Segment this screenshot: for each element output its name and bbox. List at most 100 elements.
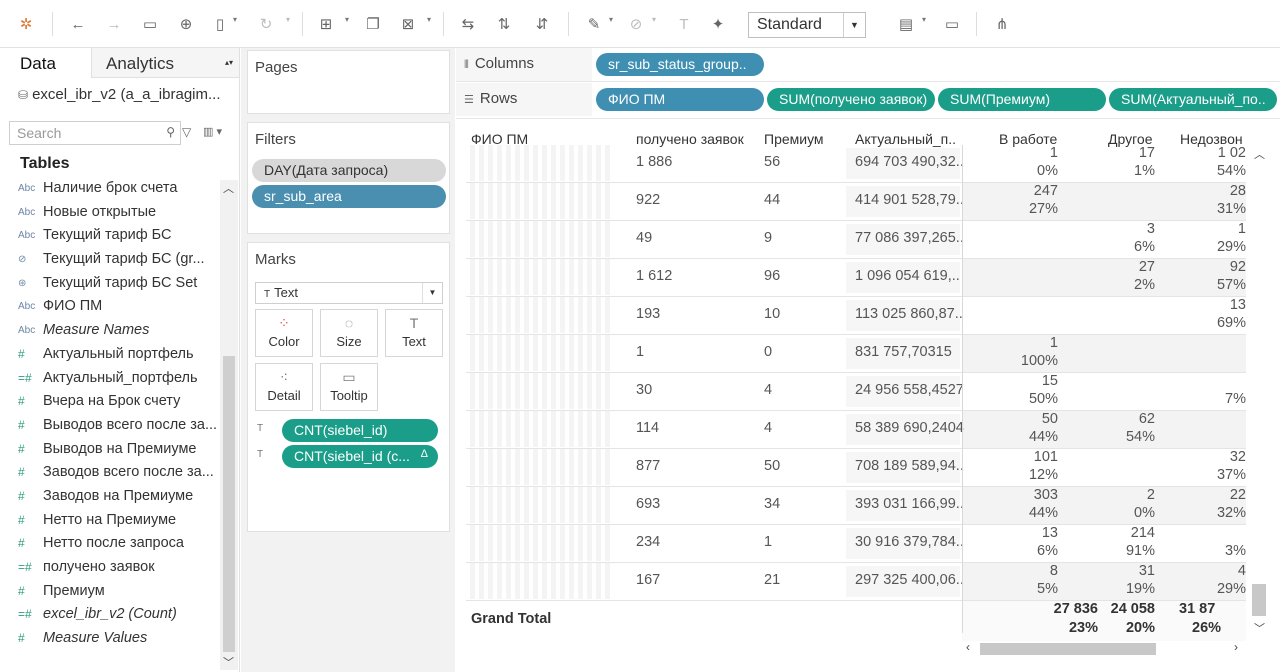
- pages-card[interactable]: Pages: [247, 50, 450, 114]
- text-button[interactable]: T Text: [385, 309, 443, 357]
- view-vertical-scrollbar[interactable]: ︿ ﹀: [1248, 146, 1270, 636]
- rows-pill-sum-premium[interactable]: SUM(Премиум): [938, 88, 1106, 111]
- field-item[interactable]: # Выводов всего после за...: [0, 417, 220, 441]
- field-item[interactable]: # Нетто на Премиуме: [0, 512, 220, 536]
- clear-sheet-icon[interactable]: ⊠: [396, 12, 420, 36]
- filters-card[interactable]: Filters DAY(Дата запроса) sr_sub_area: [247, 122, 450, 234]
- view-horizontal-scrollbar[interactable]: ‹ ›: [964, 640, 1248, 658]
- text-encoding-icon: T: [257, 423, 264, 434]
- group-dropdown-icon[interactable]: ▾: [652, 15, 656, 24]
- tab-analytics[interactable]: Analytics ▴▾: [91, 48, 239, 78]
- field-list-scrollbar[interactable]: ︿ ﹀: [220, 180, 238, 670]
- chevron-right-icon[interactable]: ›: [1234, 640, 1238, 654]
- mark-type-select[interactable]: T Text ▼: [255, 282, 443, 304]
- field-item[interactable]: Abc Наличие брок счета: [0, 180, 220, 204]
- view-as-list-icon[interactable]: ▥ ▾: [203, 125, 222, 138]
- field-item[interactable]: Abc ФИО ПМ: [0, 298, 220, 322]
- rows-pill-sum-received[interactable]: SUM(получено заявок): [767, 88, 935, 111]
- presentation-mode-icon[interactable]: ▭: [940, 12, 964, 36]
- undo-icon[interactable]: ←: [66, 12, 90, 36]
- pause-updates-icon[interactable]: ▯: [208, 12, 232, 36]
- tooltip-button[interactable]: ▭ Tooltip: [320, 363, 378, 411]
- fit-select[interactable]: Standard ▼: [748, 12, 866, 38]
- field-item[interactable]: Abc Новые открытые: [0, 204, 220, 228]
- new-worksheet-icon[interactable]: ⊞: [314, 12, 338, 36]
- refresh-icon[interactable]: ↻: [254, 12, 278, 36]
- cell-portfolio: 30 916 379,784..: [855, 534, 964, 550]
- swap-icon[interactable]: ⇆: [456, 12, 480, 36]
- fix-axes-icon[interactable]: ✦: [706, 12, 730, 36]
- show-labels-icon[interactable]: T: [672, 12, 696, 36]
- highlight-icon[interactable]: ✎: [582, 12, 606, 36]
- field-item[interactable]: =# получено заявок: [0, 559, 220, 583]
- sort-descending-icon[interactable]: ⇵: [530, 12, 554, 36]
- cell-premium: 44: [764, 192, 781, 208]
- scrollbar-thumb[interactable]: [980, 643, 1156, 655]
- chevron-down-icon[interactable]: ﹀: [223, 654, 234, 670]
- mark-pill-cnt-siebel-id-calc[interactable]: CNT(siebel_id (c... Δ: [282, 445, 438, 468]
- chevron-down-icon[interactable]: ﹀: [1254, 620, 1265, 636]
- show-cards-dropdown-icon[interactable]: ▾: [922, 15, 926, 24]
- redo-icon[interactable]: →: [102, 12, 126, 36]
- scrollbar-thumb[interactable]: [223, 356, 235, 652]
- field-item[interactable]: # Нетто после запроса: [0, 535, 220, 559]
- field-item[interactable]: # Заводов всего после за...: [0, 464, 220, 488]
- field-list: Abc Наличие брок счета Abc Новые открытые Ab…: [0, 180, 220, 654]
- field-item[interactable]: # Выводов на Премиуме: [0, 441, 220, 465]
- mark-pill-cnt-siebel-id[interactable]: CNT(siebel_id): [282, 419, 438, 442]
- filter-icon[interactable]: ▽: [182, 125, 191, 139]
- highlight-dropdown-icon[interactable]: ▾: [609, 15, 613, 24]
- rows-pill-fio-pm[interactable]: ФИО ПМ: [596, 88, 764, 111]
- filter-pill-day[interactable]: DAY(Дата запроса): [252, 159, 446, 182]
- field-name: Выводов всего после за...: [43, 416, 218, 433]
- field-item[interactable]: # Премиум: [0, 583, 220, 607]
- group-members-icon[interactable]: ⊘: [624, 12, 648, 36]
- sort-ascending-icon[interactable]: ⇅: [492, 12, 516, 36]
- field-item[interactable]: Abc Текущий тариф БС: [0, 227, 220, 251]
- scrollbar-thumb[interactable]: [1252, 584, 1266, 616]
- field-item[interactable]: ⊛ Текущий тариф БС Set: [0, 275, 220, 299]
- detail-icon: ⁖: [279, 369, 289, 385]
- duplicate-icon[interactable]: ❐: [361, 12, 385, 36]
- chevron-up-icon[interactable]: ︿: [223, 180, 234, 196]
- columns-pill-sr-sub-status[interactable]: sr_sub_status_group..: [596, 53, 764, 76]
- field-item[interactable]: ⊘ Текущий тариф БС (gr...: [0, 251, 220, 275]
- redacted-name: [470, 563, 610, 599]
- grand-total-nocall-count: 31 87: [1179, 601, 1216, 617]
- rows-pill-sum-portfolio[interactable]: SUM(Актуальный_по..: [1109, 88, 1277, 111]
- chevron-up-icon[interactable]: ︿: [1254, 146, 1265, 162]
- cell-nocall-pct: 3%: [1225, 543, 1246, 559]
- field-item[interactable]: # Вчера на Брок счету: [0, 393, 220, 417]
- field-item[interactable]: Abc Measure Names: [0, 322, 220, 346]
- detail-button[interactable]: ⁖ Detail: [255, 363, 313, 411]
- field-item[interactable]: # Measure Values: [0, 630, 220, 654]
- chevron-left-icon[interactable]: ‹: [966, 640, 970, 654]
- tableau-logo-icon[interactable]: ✲: [14, 12, 38, 36]
- size-button[interactable]: ◌ Size: [320, 309, 378, 357]
- columns-shelf[interactable]: ⦀ Columns sr_sub_status_group..: [456, 48, 1280, 82]
- cell-portfolio: 393 031 166,99..: [855, 496, 964, 512]
- save-icon[interactable]: ▭: [138, 12, 162, 36]
- cell-work-count: 101: [1033, 449, 1058, 465]
- clear-dropdown-icon[interactable]: ▾: [427, 15, 431, 24]
- text-icon: T: [409, 315, 419, 331]
- filter-pill-sr-sub-area[interactable]: sr_sub_area: [252, 185, 446, 208]
- tab-data[interactable]: Data: [0, 48, 90, 78]
- rows-shelf[interactable]: ☰ Rows ФИО ПМ SUM(получено заявок) SUM(Пр…: [456, 83, 1280, 119]
- show-cards-icon[interactable]: ▤: [894, 12, 918, 36]
- new-data-source-icon[interactable]: ⊕: [174, 12, 198, 36]
- field-item[interactable]: # Актуальный портфель: [0, 346, 220, 370]
- pause-dropdown-icon[interactable]: ▾: [233, 15, 237, 24]
- color-icon: ⁘: [278, 315, 290, 331]
- field-item[interactable]: # Заводов на Премиуме: [0, 488, 220, 512]
- field-item[interactable]: =# excel_ibr_v2 (Count): [0, 606, 220, 630]
- search-input[interactable]: Search ⚲: [9, 121, 181, 145]
- field-item[interactable]: =# Актуальный_портфель: [0, 370, 220, 394]
- new-worksheet-dropdown-icon[interactable]: ▾: [345, 15, 349, 24]
- refresh-dropdown-icon[interactable]: ▾: [286, 15, 290, 24]
- pane-menu-icon[interactable]: ▴▾: [225, 58, 233, 67]
- toolbar-separator: [976, 12, 977, 36]
- color-button[interactable]: ⁘ Color: [255, 309, 313, 357]
- datasource-item[interactable]: ⛁ excel_ibr_v2 (a_a_ibragim...: [18, 86, 221, 103]
- share-icon[interactable]: ⋔: [990, 12, 1014, 36]
